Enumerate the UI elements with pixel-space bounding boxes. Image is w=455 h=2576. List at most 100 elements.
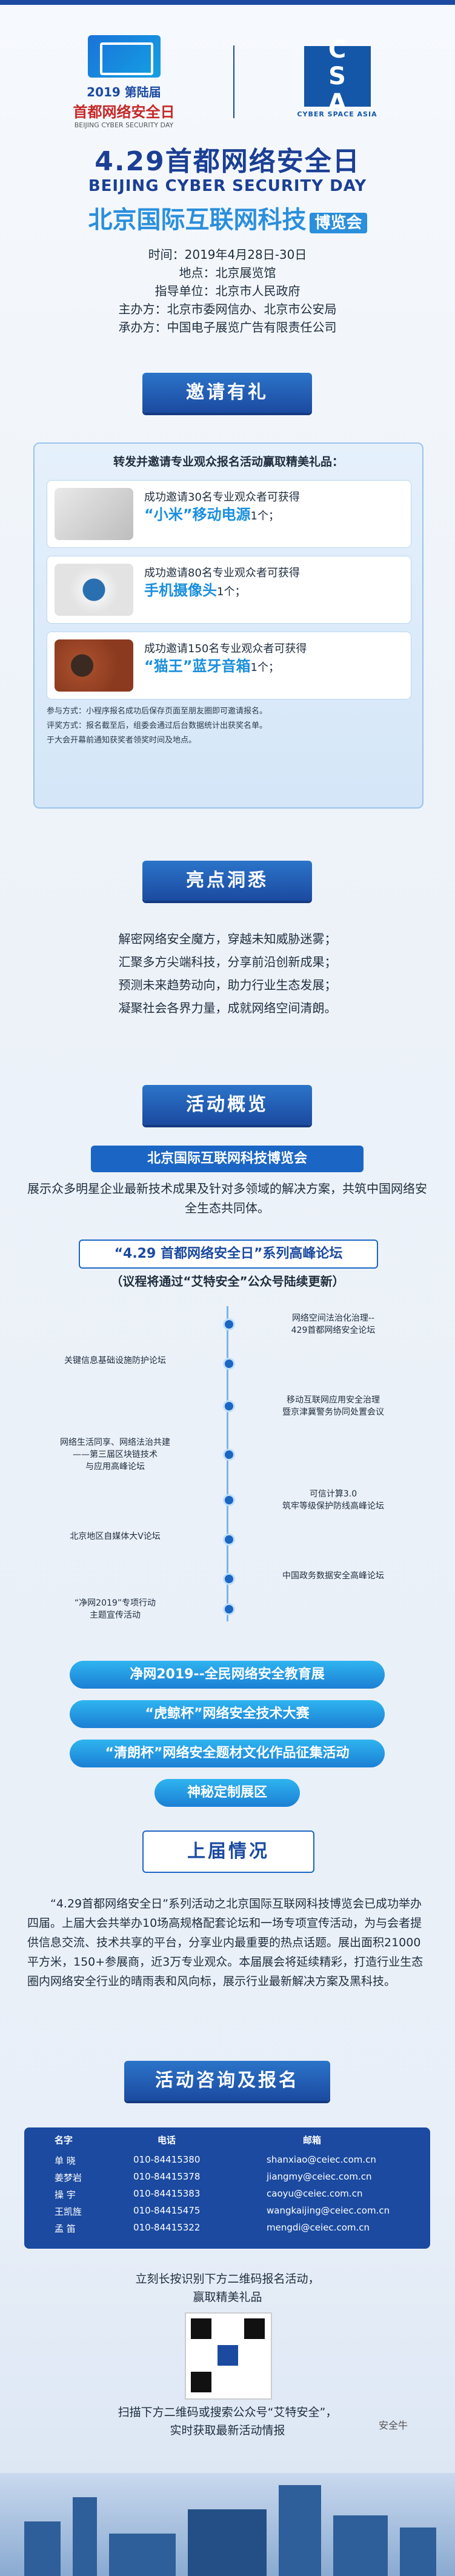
- table-row: 姜梦岩 010-84415378 jiangmy@ceiec.com.cn: [24, 2171, 430, 2186]
- gift-prize: “小米”移动电源: [144, 506, 251, 523]
- activity-qinglang-cup[interactable]: “清朗杯”网络安全题材文化作品征集活动: [70, 1740, 385, 1767]
- logo-divider: [233, 45, 234, 118]
- section-contact: 活动咨询及报名: [124, 2061, 330, 2101]
- event-info: 时间：2019年4月28日-30日 地点：北京展览馆 指导单位：北京市人民政府 …: [0, 245, 455, 336]
- forum-right-3: 可信计算3.0 筑牢等级保护防线高峰论坛: [282, 1489, 384, 1511]
- forum-dot: [223, 1400, 235, 1412]
- register-qr-code[interactable]: [185, 2312, 272, 2400]
- table-row: 王凯旌 010-84415475 wangkaijing@ceiec.com.c…: [24, 2205, 430, 2220]
- contact-email[interactable]: caoyu@ceiec.com.cn: [267, 2188, 362, 2199]
- activity-custom-area[interactable]: 神秘定制展区: [154, 1779, 300, 1807]
- highlight-item: 凝聚社会各界力量，成就网络空间清朗。: [118, 1001, 337, 1015]
- logo-english: BEIJING CYBER SECURITY DAY: [74, 121, 174, 129]
- forum-dot: [223, 1603, 235, 1615]
- info-time: 时间：2019年4月28日-30日: [148, 247, 307, 262]
- gift-notes: 参与方式：小程序报名成功后保存页面至朋友圈即可邀请报名。 评奖方式：报名截至后，…: [47, 704, 410, 748]
- logo-year: 2019 第陆届: [87, 84, 161, 99]
- tower: [188, 2509, 267, 2576]
- highlight-item: 解密网络安全魔方，穿越未知威胁迷雾；: [118, 932, 337, 946]
- qr-finder: [191, 2318, 211, 2339]
- contact-phone[interactable]: 010-84415383: [133, 2188, 200, 2199]
- header-phone: 电话: [158, 2135, 176, 2146]
- forum-dot: [223, 1318, 235, 1330]
- forum-dot: [223, 1494, 235, 1506]
- expo-title: 北京国际互联网科技 博览会: [0, 200, 455, 235]
- contact-phone[interactable]: 010-84415322: [133, 2222, 200, 2233]
- gift-row-1: 成功邀请30名专业观众者可获得 “小米”移动电源1个；: [47, 480, 411, 548]
- contact-phone[interactable]: 010-84415475: [133, 2205, 200, 2216]
- forum-dot: [223, 1449, 235, 1461]
- gift-condition: 成功邀请80名专业观众者可获得: [144, 567, 300, 579]
- header-name: 名字: [55, 2135, 73, 2146]
- table-row: 操 宇 010-84415383 caoyu@ceiec.com.cn: [24, 2188, 430, 2203]
- forum-map: 网络空间法治化治理-- 429首都网络安全论坛 关键信息基础设施防护论坛 移动互…: [24, 1294, 430, 1633]
- csa-letters: C S A: [304, 36, 371, 116]
- contact-email[interactable]: jiangmy@ceiec.com.cn: [267, 2171, 372, 2182]
- building: [73, 2497, 97, 2576]
- gift-text-1: 成功邀请30名专业观众者可获得 “小米”移动电源1个；: [144, 489, 405, 525]
- section-previous: 上届情况: [142, 1830, 314, 1873]
- gift-condition: 成功邀请150名专业观众者可获得: [144, 642, 307, 655]
- city-skyline: [0, 2473, 455, 2576]
- qr-center-logo: [218, 2345, 238, 2366]
- csa-logo: C S A CYBER SPACE ASIA: [271, 36, 404, 118]
- building: [109, 2534, 176, 2576]
- building: [400, 2528, 436, 2576]
- csa-letter-c: C: [328, 35, 347, 64]
- contact-name: 王凯旌: [55, 2206, 82, 2217]
- shield-logo-icon: [87, 35, 161, 78]
- forum-right-4: 中国政务数据安全高峰论坛: [282, 1571, 384, 1581]
- info-organizer: 承办方：中国电子展览广告有限责任公司: [118, 320, 337, 335]
- gift-condition: 成功邀请30名专业观众者可获得: [144, 491, 300, 504]
- activity-hujing-cup[interactable]: “虎鲸杯”网络安全技术大赛: [70, 1700, 385, 1728]
- section-invite: 邀请有礼: [142, 373, 312, 413]
- gift-intro: 转发并邀请专业观众报名活动赢取精美礼品：: [113, 455, 344, 469]
- cyber-security-day-logo: 2019 第陆届 首都网络安全日 BEIJING CYBER SECURITY …: [51, 35, 197, 129]
- top-bar: [0, 0, 455, 5]
- forum-left-3: 北京地区自媒体大V论坛: [70, 1532, 161, 1541]
- forum-note: （议程将通过“艾特安全”公众号陆续更新）: [110, 1274, 345, 1289]
- section-overview: 活动概览: [142, 1085, 312, 1125]
- contact-phone[interactable]: 010-84415380: [133, 2154, 200, 2165]
- power-bank-icon: [55, 488, 133, 540]
- previous-text: “4.29首都网络安全日”系列活动之北京国际互联网科技博览会已成功举办四届。上届…: [27, 1897, 423, 1988]
- section-highlights: 亮点洞悉: [142, 861, 312, 901]
- camera-icon: [55, 564, 133, 616]
- note-award: 评奖方式：报名截至后，组委会通过后台数据统计出获奖名单。: [47, 721, 268, 730]
- overview-expo-desc: 展示众多明星企业最新技术成果及针对多领域的解决方案，共筑中国网络安全生态共同体。: [27, 1181, 427, 1215]
- overview-expo-title: 北京国际互联网科技博览会: [91, 1146, 364, 1172]
- contact-phone[interactable]: 010-84415378: [133, 2171, 200, 2182]
- highlights-list: 解密网络安全魔方，穿越未知威胁迷雾； 汇聚多方尖端科技，分享前沿创新成果； 预测…: [0, 927, 455, 1019]
- note-participate: 参与方式：小程序报名成功后保存页面至朋友圈即可邀请报名。: [47, 707, 268, 716]
- highlight-item: 预测未来趋势动向，助力行业生态发展；: [118, 978, 337, 992]
- forum-left-2: 网络生活同享、网络法治共建 ——第三届区块链技术 与应用高峰论坛: [60, 1438, 170, 1472]
- forum-dot: [223, 1358, 235, 1370]
- contact-table: 名字 电话 邮箱 单 晓 010-84415380 shanxiao@ceiec…: [24, 2127, 430, 2249]
- header-email: 邮箱: [303, 2135, 322, 2146]
- note-notify: 于大会开幕前通知获奖者领奖时间及地点。: [47, 736, 197, 745]
- logo-row: 2019 第陆届 首都网络安全日 BEIJING CYBER SECURITY …: [0, 35, 455, 129]
- contact-email[interactable]: wangkaijing@ceiec.com.cn: [267, 2205, 390, 2216]
- gift-suffix: 1个；: [250, 510, 279, 522]
- page-subtitle: BEIJING CYBER SECURITY DAY: [88, 177, 367, 195]
- logo-name: 首都网络安全日: [73, 103, 175, 121]
- activity-jingwang[interactable]: 净网2019--全民网络安全教育展: [70, 1661, 385, 1689]
- qr-finder: [191, 2372, 211, 2392]
- page-title: 4.29首都网络安全日: [95, 146, 360, 177]
- gift-suffix: 1个；: [217, 586, 246, 598]
- forum-left-1: 关键信息基础设施防护论坛: [64, 1356, 166, 1366]
- contact-email[interactable]: mengdi@ceiec.com.cn: [267, 2222, 370, 2233]
- highlight-item: 汇聚多方尖端科技，分享前沿创新成果；: [118, 955, 337, 969]
- gift-panel: 转发并邀请专业观众报名活动赢取精美礼品： 成功邀请30名专业观众者可获得 “小米…: [33, 442, 423, 809]
- info-host: 主办方：北京市委网信办、北京市公安局: [118, 302, 337, 316]
- building: [333, 2515, 388, 2576]
- contact-email[interactable]: shanxiao@ceiec.com.cn: [267, 2154, 376, 2165]
- table-row: 单 晓 010-84415380 shanxiao@ceiec.com.cn: [24, 2154, 430, 2169]
- speaker-icon: [55, 639, 133, 692]
- contact-name: 孟 笛: [55, 2223, 76, 2234]
- forum-dot: [223, 1573, 235, 1585]
- info-place: 地点：北京展览馆: [179, 265, 276, 280]
- expo-badge: 博览会: [310, 212, 367, 233]
- csa-subtitle: CYBER SPACE ASIA: [297, 110, 377, 118]
- contact-header: 名字 电话 邮箱: [24, 2134, 430, 2152]
